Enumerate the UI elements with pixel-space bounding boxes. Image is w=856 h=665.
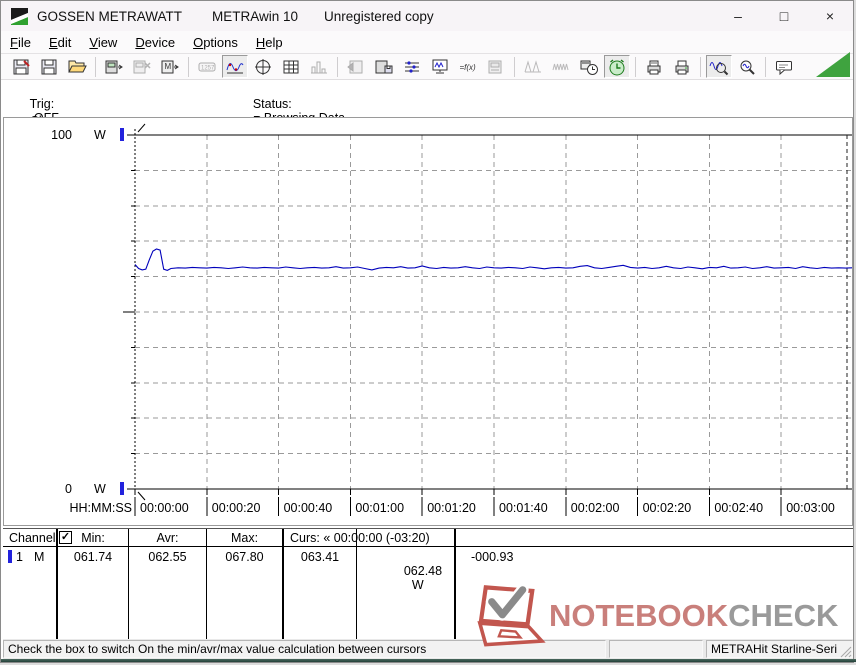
info-panel: Trig: OFF Chan: 123456789 Status: Browsi…: [1, 81, 853, 117]
menu-file[interactable]: File: [1, 33, 40, 52]
formula-icon[interactable]: =f(x): [455, 55, 481, 78]
title-app-name: GOSSEN METRAWATT: [37, 9, 182, 24]
channel1-marker-bottom: [120, 482, 124, 495]
x-tick-label: 00:02:20: [643, 501, 692, 515]
y-unit-label-top: W: [94, 128, 106, 142]
annotation-icon[interactable]: [771, 55, 797, 78]
timer-green-icon[interactable]: [604, 55, 630, 78]
cursor1-value: 063.41: [284, 550, 356, 564]
channel-number: 1: [16, 550, 23, 564]
svg-text:M: M: [165, 62, 172, 71]
channel1-color-marker: [8, 550, 12, 563]
device-config-icon: [483, 55, 509, 78]
chart-view-icon[interactable]: [222, 55, 248, 78]
toolbar-separator: [514, 57, 515, 77]
ripple-view-icon: [548, 55, 574, 78]
x-axis-unit-label: HH:MM:SS: [70, 501, 133, 515]
x-tick-label: 00:01:20: [427, 501, 476, 515]
notebookcheck-watermark: NOTEBOOKCHECK: [475, 585, 838, 647]
title-product-name: METRAwin 10: [212, 9, 298, 24]
cursor2-unit: W: [412, 578, 424, 592]
zoom-lens-icon[interactable]: [734, 55, 760, 78]
watermark-text-notebook: NOTEBOOK: [549, 598, 728, 633]
save-as-icon[interactable]: [36, 55, 62, 78]
scope-view-icon[interactable]: [250, 55, 276, 78]
x-tick-label: 00:00:40: [284, 501, 333, 515]
x-tick-label: 00:02:00: [571, 501, 620, 515]
title-license-text: Unregistered copy: [324, 9, 434, 24]
menu-edit[interactable]: Edit: [40, 33, 80, 52]
menu-help[interactable]: Help: [247, 33, 292, 52]
open-icon[interactable]: [64, 55, 90, 78]
col-header-channel: Channel:: [9, 531, 59, 545]
device-store-icon[interactable]: [371, 55, 397, 78]
menu-view[interactable]: View: [80, 33, 126, 52]
cursor-delta-value: -000.93: [471, 550, 513, 564]
resize-grip-icon[interactable]: [839, 645, 852, 658]
min-value: 061.74: [58, 550, 128, 564]
cursor1-bottom-flag: [138, 492, 145, 500]
table-view-icon[interactable]: [278, 55, 304, 78]
toolbar-separator: [635, 57, 636, 77]
memory-read-icon[interactable]: M: [157, 55, 183, 78]
channel-settings-icon[interactable]: [399, 55, 425, 78]
y-min-label: 0: [65, 482, 72, 496]
menu-device[interactable]: Device: [126, 33, 184, 52]
toolbar: M 1257 =f(x): [1, 53, 853, 80]
maximize-button[interactable]: □: [761, 1, 807, 31]
cursor1-top-flag: [138, 124, 145, 132]
x-tick-label: 00:01:00: [355, 501, 404, 515]
svg-text:=f(x): =f(x): [460, 63, 477, 72]
col-header-avr: Avr:: [129, 531, 206, 545]
device-read-icon[interactable]: [101, 55, 127, 78]
toolbar-separator: [765, 57, 766, 77]
save-icon[interactable]: [8, 55, 34, 78]
print-icon[interactable]: [669, 55, 695, 78]
close-button[interactable]: ×: [807, 1, 853, 31]
toolbar-separator: [188, 57, 189, 77]
numeric-display-icon: 1257: [194, 55, 220, 78]
cursor2-value: 062.48: [404, 564, 442, 578]
device-clear-icon: [129, 55, 155, 78]
toolbar-separator: [700, 57, 701, 77]
notebookcheck-laptop-icon: [475, 585, 549, 647]
x-tick-label: 00:03:00: [786, 501, 835, 515]
titlebar: GOSSEN METRAWATT METRAwin 10 Unregistere…: [1, 1, 853, 31]
x-tick-label: 00:00:00: [140, 501, 189, 515]
col-header-max: Max:: [207, 531, 282, 545]
svg-text:1257: 1257: [201, 65, 215, 71]
avr-value: 062.55: [129, 550, 206, 564]
app-window: GOSSEN METRAWATT METRAwin 10 Unregistere…: [0, 0, 854, 663]
y-max-label: 100: [51, 128, 72, 142]
resize-corner-triangle: [816, 52, 850, 77]
monitor-live-icon[interactable]: [427, 55, 453, 78]
zoom-curve-icon[interactable]: [706, 55, 732, 78]
menu-options[interactable]: Options: [184, 33, 247, 52]
gmc-logo-icon: [11, 8, 28, 25]
window-bottom-edge: [1, 659, 856, 662]
toolbar-separator: [337, 57, 338, 77]
menu-bar: FileEditViewDeviceOptionsHelp: [1, 31, 853, 53]
max-value: 067.80: [207, 550, 282, 564]
power-line-chart[interactable]: 100 W 0 W 00:00:00 00:00:20 00:00:40 00:01:00 00…: [4, 118, 852, 525]
channel-mode: M: [34, 550, 44, 564]
toolbar-separator: [95, 57, 96, 77]
x-tick-label: 00:02:40: [714, 501, 763, 515]
watermark-text-check: CHECK: [728, 598, 838, 633]
chart-panel: 100 W 0 W 00:00:00 00:00:20 00:00:40 00:01:00 00…: [3, 117, 853, 526]
spikes-view-icon: [520, 55, 546, 78]
x-tick-label: 00:00:20: [212, 501, 261, 515]
col-header-min: Min:: [58, 531, 128, 545]
y-unit-label-bottom: W: [94, 482, 106, 496]
export-device-icon: [343, 55, 369, 78]
histogram-view-icon: [306, 55, 332, 78]
schedule-icon[interactable]: [576, 55, 602, 78]
x-tick-label: 00:01:40: [499, 501, 548, 515]
col-header-cursor: Curs: « 00:00:00 (-03:20): [290, 531, 430, 545]
print-report-icon[interactable]: [641, 55, 667, 78]
channel1-marker-top: [120, 128, 124, 141]
minimize-button[interactable]: –: [715, 1, 761, 31]
